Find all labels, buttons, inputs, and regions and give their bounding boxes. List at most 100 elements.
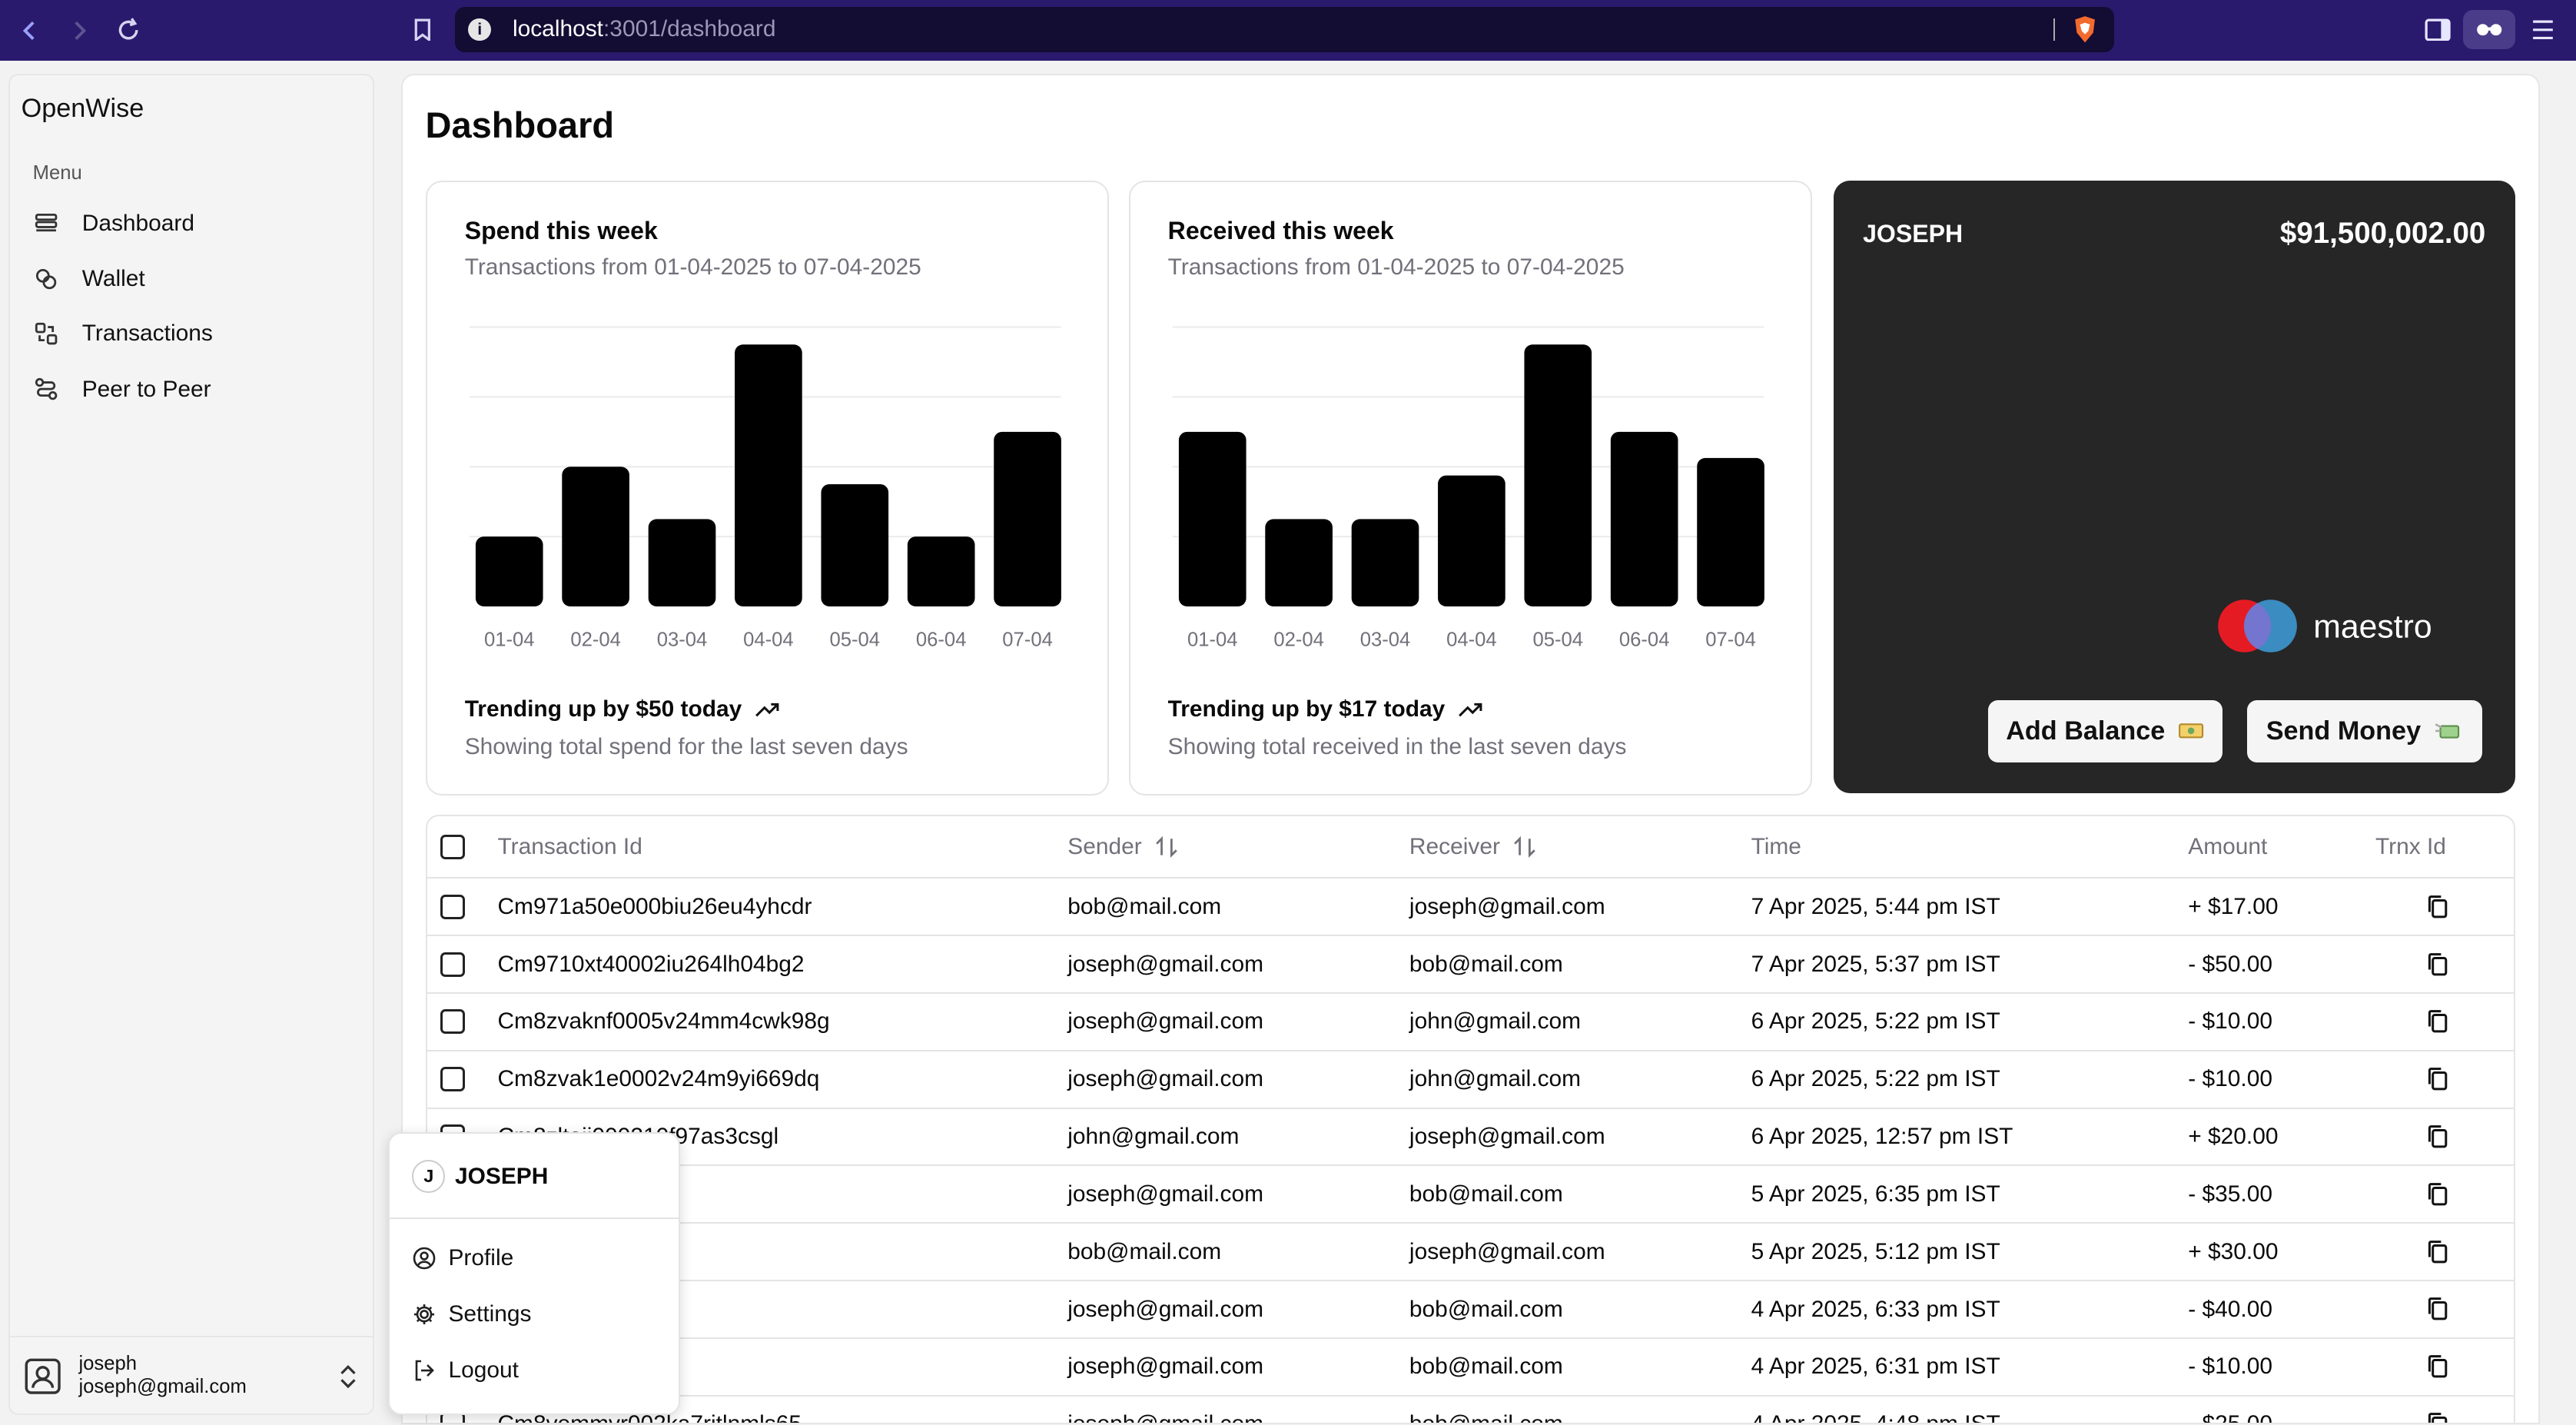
bar	[994, 431, 1062, 606]
copy-icon[interactable]	[2425, 1397, 2451, 1423]
address-bar[interactable]: i localhost:3001/dashboard	[455, 6, 2115, 53]
copy-icon[interactable]	[2425, 994, 2451, 1050]
table-row[interactable]: Cm8zvak1e0002v24m9yi669dq joseph@gmail.co…	[427, 1051, 2514, 1109]
cell-receiver: john@gmail.com	[1409, 1066, 1582, 1092]
send-money-button[interactable]: Send Money	[2247, 699, 2483, 762]
row-checkbox[interactable]	[440, 1051, 465, 1108]
cell-sender: joseph@gmail.com	[1067, 1181, 1264, 1207]
user-switcher[interactable]: joseph joseph@gmail.com	[9, 1335, 373, 1415]
cell-receiver: bob@mail.com	[1409, 1181, 1563, 1207]
bar	[735, 344, 803, 606]
cell-sender: joseph@gmail.com	[1067, 1296, 1264, 1322]
cell-sender: joseph@gmail.com	[1067, 1066, 1264, 1092]
menu-item-logout[interactable]: Logout	[412, 1357, 519, 1383]
sidebar-item-peer-to-peer[interactable]: Peer to Peer	[23, 364, 361, 414]
forward-icon[interactable]	[59, 11, 98, 50]
copy-icon[interactable]	[2425, 1051, 2451, 1108]
sidebar-item-dashboard[interactable]: Dashboard	[23, 199, 361, 248]
copy-icon[interactable]	[2425, 1224, 2451, 1280]
table-row[interactable]: Cm9710xt40002iu264lh04bg2 joseph@gmail.co…	[427, 936, 2514, 995]
bar	[908, 536, 975, 606]
copy-icon[interactable]	[2425, 1281, 2451, 1337]
row-checkbox[interactable]	[440, 936, 465, 992]
sidebar-item-transactions[interactable]: Transactions	[23, 309, 361, 358]
browser-toolbar: i localhost:3001/dashboard	[0, 0, 2576, 61]
cell-amount: - $50.00	[2188, 951, 2272, 977]
cell-receiver: joseph@gmail.com	[1409, 1238, 1605, 1264]
cell-sender: bob@mail.com	[1067, 893, 1222, 919]
cell-time: 7 Apr 2025, 5:37 pm IST	[1751, 951, 2000, 977]
layers-icon	[33, 210, 59, 236]
cell-receiver: bob@mail.com	[1409, 1411, 1563, 1425]
copy-icon[interactable]	[2425, 1109, 2451, 1165]
table-header-row: Transaction Id Sender Receiver Time Amou…	[427, 816, 2514, 879]
bank-card: JOSEPH $91,500,002.00 maestro Add Balanc…	[1833, 181, 2515, 794]
cell-time: 4 Apr 2025, 6:31 pm IST	[1751, 1354, 2000, 1380]
table-row[interactable]: isowh7wqfjoseph@gmail.combob@mail.com4 A…	[427, 1281, 2514, 1339]
trending-up-icon	[755, 699, 781, 719]
trending-up-icon	[1458, 699, 1484, 719]
x-tick-label: 06-04	[1619, 629, 1670, 650]
bar	[1524, 344, 1592, 606]
reload-icon[interactable]	[108, 11, 148, 50]
x-tick-label: 05-04	[830, 629, 881, 650]
select-all-checkbox[interactable]	[440, 816, 465, 877]
cell-receiver: joseph@gmail.com	[1409, 893, 1605, 919]
cell-time: 5 Apr 2025, 6:35 pm IST	[1751, 1181, 2000, 1207]
table-row[interactable]: Cm8vemmvr002ka7ritlnmls65 joseph@gmail.co…	[427, 1397, 2514, 1425]
transactions-table: Transaction Id Sender Receiver Time Amou…	[425, 815, 2515, 1425]
cell-amount: + $20.00	[2188, 1124, 2279, 1150]
button-label: Send Money	[2266, 716, 2422, 746]
divider	[2053, 18, 2056, 42]
gear-icon	[412, 1302, 437, 1327]
cell-sender: joseph@gmail.com	[1067, 951, 1264, 977]
back-icon[interactable]	[10, 11, 49, 50]
menu-item-profile[interactable]: Profile	[412, 1245, 513, 1271]
cell-time: 7 Apr 2025, 5:44 pm IST	[1751, 893, 2000, 919]
x-tick-label: 02-04	[571, 629, 622, 650]
sidebar-item-label: Peer to Peer	[81, 376, 211, 402]
sort-icon	[1513, 835, 1536, 859]
user-menu-header: J JOSEPH	[412, 1160, 548, 1193]
sidebar-item-label: Wallet	[81, 266, 145, 292]
x-tick-label: 07-04	[1003, 629, 1054, 650]
copy-icon[interactable]	[2425, 936, 2451, 992]
cell-sender: joseph@gmail.com	[1067, 1008, 1264, 1035]
add-balance-button[interactable]: Add Balance	[1987, 699, 2223, 762]
divider	[389, 1217, 679, 1220]
user-email: joseph@gmail.com	[78, 1376, 247, 1398]
brave-shield-icon[interactable]	[2072, 15, 2098, 44]
header-sender[interactable]: Sender	[1067, 816, 1177, 877]
cell-transaction-id: Cm8zvaknf0005v24mm4cwk98g	[497, 1008, 830, 1035]
row-checkbox[interactable]	[440, 879, 465, 935]
user-menu-name: JOSEPH	[455, 1163, 549, 1189]
table-row[interactable]: Cm8zvaknf0005v24mm4cwk98g joseph@gmail.co…	[427, 994, 2514, 1051]
row-checkbox[interactable]	[440, 994, 465, 1050]
cell-amount: - $10.00	[2188, 1008, 2272, 1035]
bookmark-icon[interactable]	[403, 10, 442, 49]
card-balance: $91,500,002.00	[2279, 217, 2486, 251]
menu-item-settings[interactable]: Settings	[412, 1301, 532, 1327]
page-title: Dashboard	[425, 104, 615, 145]
sidebar-item-wallet[interactable]: Wallet	[23, 254, 361, 304]
cell-time: 6 Apr 2025, 5:22 pm IST	[1751, 1066, 2000, 1092]
x-tick-label: 07-04	[1706, 629, 1757, 650]
table-row[interactable]: u7wffur9eq2bob@mail.comjoseph@gmail.com5…	[427, 1224, 2514, 1282]
menu-icon[interactable]	[2525, 10, 2561, 49]
copy-icon[interactable]	[2425, 879, 2451, 935]
table-row[interactable]: Cm971a50e000biu26eu4yhcdr bob@mail.com jos…	[427, 879, 2514, 937]
table-row[interactable]: Cm8zltaji000210f97as3csgljohn@gmail.comj…	[427, 1109, 2514, 1167]
copy-icon[interactable]	[2425, 1339, 2451, 1395]
bar	[1179, 431, 1247, 606]
bar	[476, 536, 543, 606]
sidebar-toggle-icon[interactable]	[2420, 10, 2456, 49]
money-with-wings-icon	[2434, 719, 2463, 742]
bar	[821, 483, 889, 606]
site-info-icon[interactable]: i	[468, 18, 492, 42]
cell-time: 4 Apr 2025, 6:33 pm IST	[1751, 1296, 2000, 1322]
reader-mode-icon[interactable]	[2462, 9, 2515, 50]
table-row[interactable]: j6uuttf8cjoseph@gmail.combob@mail.com4 A…	[427, 1339, 2514, 1397]
copy-icon[interactable]	[2425, 1166, 2451, 1222]
table-row[interactable]: 7rju9u77xwzjoseph@gmail.combob@mail.com5…	[427, 1166, 2514, 1224]
header-receiver[interactable]: Receiver	[1409, 816, 1536, 877]
